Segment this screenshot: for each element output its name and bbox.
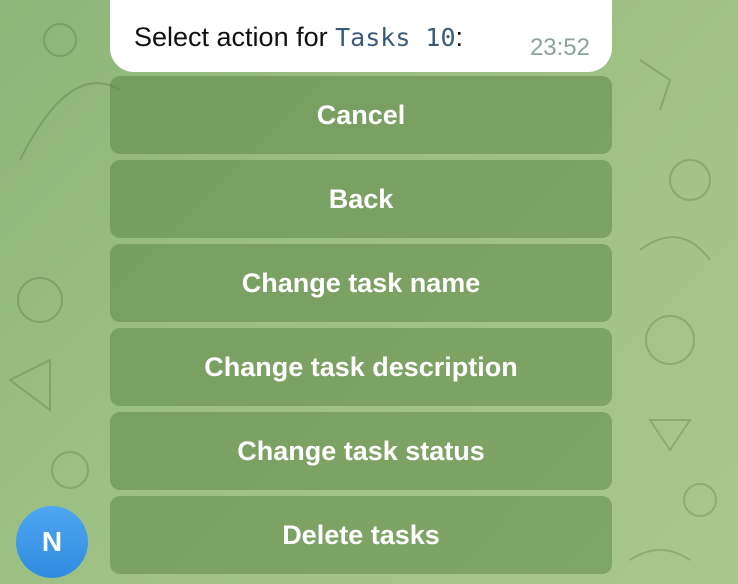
change-task-name-button[interactable]: Change task name [110,244,612,322]
cancel-button[interactable]: Cancel [110,76,612,154]
message-code: Tasks 10 [335,23,456,52]
avatar[interactable]: N [16,506,88,578]
message-text: Select action for Tasks 10: [134,22,463,53]
bot-message-bubble: Select action for Tasks 10: 23:52 [110,0,612,72]
change-task-description-button[interactable]: Change task description [110,328,612,406]
inline-keyboard: Cancel Back Change task name Change task… [110,76,612,580]
delete-tasks-button[interactable]: Delete tasks [110,496,612,574]
change-task-status-button[interactable]: Change task status [110,412,612,490]
message-prefix: Select action for [134,22,336,52]
back-button[interactable]: Back [110,160,612,238]
message-time: 23:52 [529,34,590,61]
message-suffix: : [455,22,464,52]
